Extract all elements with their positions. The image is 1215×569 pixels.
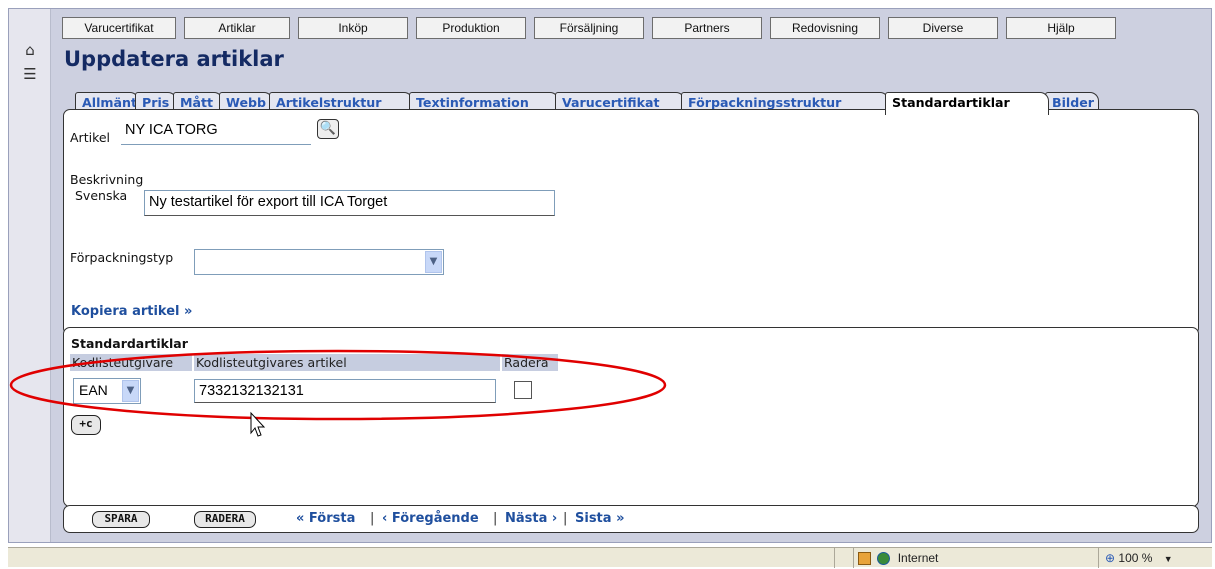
- tab-standardartiklar[interactable]: Standardartiklar: [885, 92, 1049, 115]
- menu-inkop[interactable]: Inköp: [298, 17, 408, 39]
- svenska-label: Svenska: [75, 188, 128, 203]
- delete-button[interactable]: RADERA: [194, 511, 256, 528]
- kodlisteutgivare-select[interactable]: EAN ▼: [73, 378, 141, 404]
- menu-partners[interactable]: Partners: [652, 17, 762, 39]
- column-header-artikel: Kodlisteutgivares artikel: [194, 354, 500, 371]
- separator: |: [563, 511, 568, 526]
- page-title: Uppdatera artiklar: [64, 47, 284, 71]
- previous-link[interactable]: ‹ Föregående: [382, 511, 479, 526]
- zoom-control[interactable]: ⊕ 100 % ▼: [1098, 548, 1212, 568]
- menu-diverse[interactable]: Diverse: [888, 17, 998, 39]
- app-window: ⌂ ☰ Varucertifikat Artiklar Inköp Produk…: [8, 8, 1212, 543]
- article-form-panel: Artikel NY ICA TORG 🔍 Beskrivning Svensk…: [63, 109, 1199, 335]
- lock-icon: [858, 552, 871, 566]
- artikel-field[interactable]: NY ICA TORG: [121, 119, 311, 145]
- menu-produktion[interactable]: Produktion: [416, 17, 526, 39]
- forpackningstyp-label: Förpackningstyp: [70, 250, 174, 265]
- menu-forsaljning[interactable]: Försäljning: [534, 17, 644, 39]
- status-bar: Internet ⊕ 100 % ▼: [8, 547, 1212, 568]
- zoom-icon: ⊕: [1105, 551, 1116, 565]
- save-button[interactable]: SPARA: [92, 511, 150, 528]
- separator: |: [370, 511, 375, 526]
- menu-redovisning[interactable]: Redovisning: [770, 17, 880, 39]
- chevron-down-icon[interactable]: ▼: [425, 251, 442, 273]
- column-header-kodlisteutgivare: Kodlisteutgivare: [70, 354, 192, 371]
- last-link[interactable]: Sista »: [575, 511, 624, 526]
- home-icon[interactable]: ⌂: [21, 41, 39, 59]
- chevron-down-icon: ▼: [1163, 554, 1173, 564]
- column-header-radera: Radera: [502, 354, 558, 371]
- radera-checkbox[interactable]: [514, 381, 532, 399]
- menu-varucertifikat[interactable]: Varucertifikat: [62, 17, 176, 39]
- menu-hjalp[interactable]: Hjälp: [1006, 17, 1116, 39]
- first-link[interactable]: « Första: [296, 511, 355, 526]
- chevron-down-icon[interactable]: ▼: [122, 380, 139, 402]
- search-icon[interactable]: 🔍: [317, 119, 339, 139]
- kodlisteutgivare-artikel-field[interactable]: 7332132132131: [194, 379, 496, 403]
- left-toolbar: ⌂ ☰: [9, 9, 51, 542]
- list-icon[interactable]: ☰: [21, 65, 39, 83]
- add-row-button[interactable]: +c: [71, 415, 101, 435]
- svenska-description-field[interactable]: Ny testartikel för export till ICA Torge…: [144, 190, 555, 216]
- standardartiklar-panel: Standardartiklar Kodlisteutgivare Kodlis…: [63, 327, 1199, 507]
- artikel-label: Artikel: [70, 130, 111, 145]
- security-zone: Internet: [853, 548, 1063, 568]
- standardartiklar-title: Standardartiklar: [71, 336, 188, 351]
- next-link[interactable]: Nästa ›: [505, 511, 557, 526]
- menu-artiklar[interactable]: Artiklar: [184, 17, 290, 39]
- beskrivning-label: Beskrivning: [70, 172, 144, 187]
- globe-icon: [877, 552, 891, 566]
- forpackningstyp-select[interactable]: ▼: [194, 249, 444, 275]
- kopiera-artikel-link[interactable]: Kopiera artikel »: [71, 304, 192, 319]
- separator: |: [493, 511, 498, 526]
- footer-panel: SPARA RADERA « Första | ‹ Föregående | N…: [63, 505, 1199, 533]
